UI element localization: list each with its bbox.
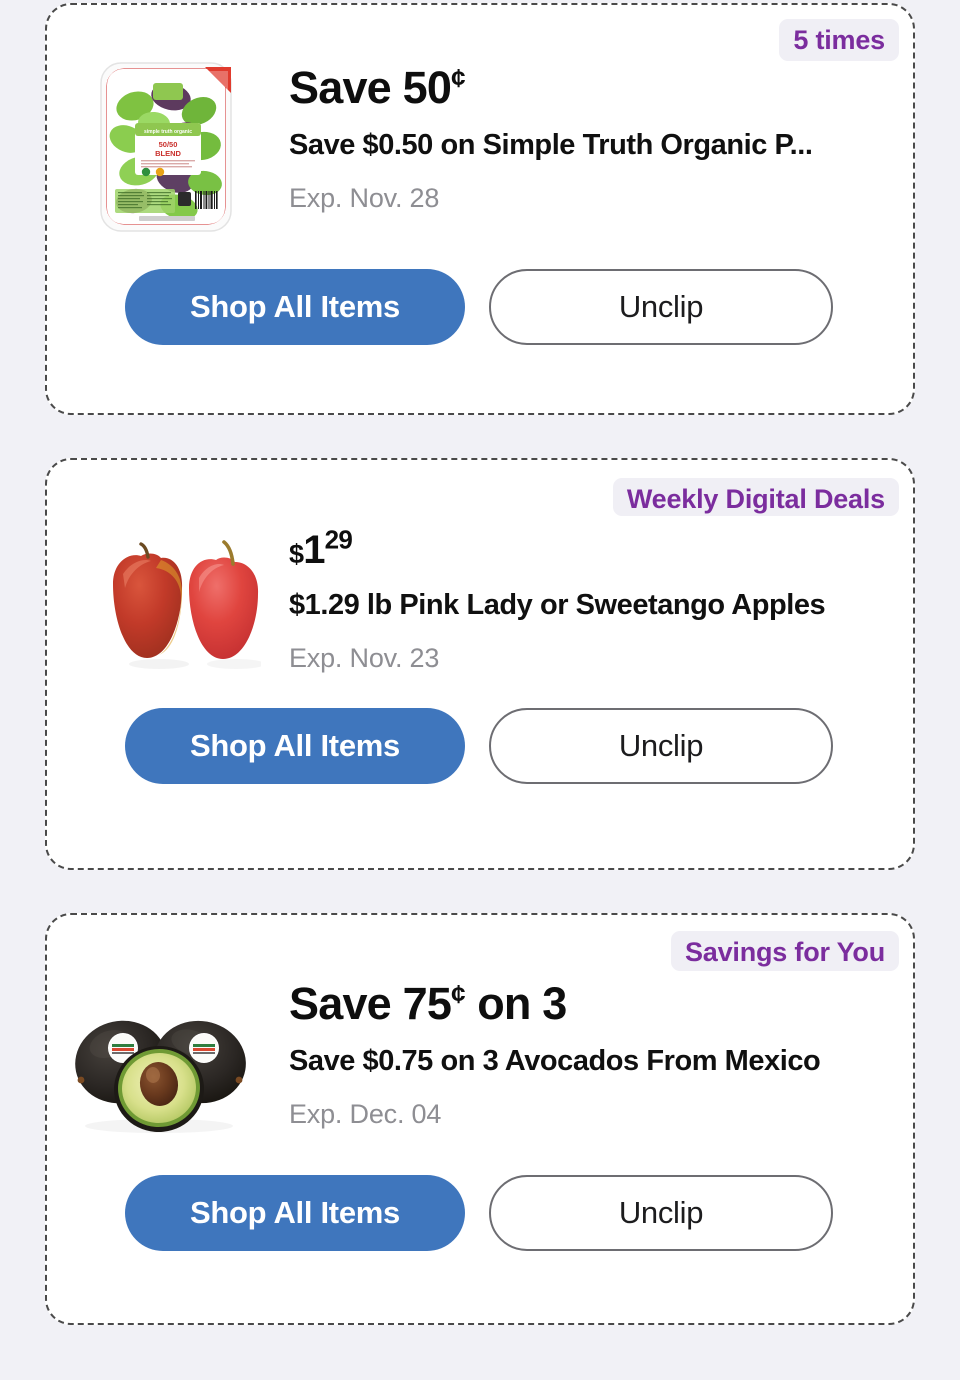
coupon-expiry: Exp. Nov. 23 [289,643,440,674]
headline-prefix: Save 75 [289,978,452,1029]
badge-row: 5 times [47,5,913,61]
headline-suffix: on 3 [465,978,567,1029]
coupon-expiry: Exp. Dec. 04 [289,1099,442,1130]
product-image-avocados [59,971,259,1151]
shop-all-items-button[interactable]: Shop All Items [125,708,465,784]
svg-text:simple truth organic: simple truth organic [144,129,192,135]
coupon-headline: Save 50¢ [289,62,893,113]
coupon-headline: Save 75¢ on 3 [289,978,893,1029]
coupon-description: Save $0.50 on Simple Truth Organic P... [289,128,813,161]
coupon-info: Save 75¢ on 3 Save $0.75 on 3 Avocados F… [259,971,893,1130]
coupon-info: Save 50¢ Save $0.50 on Simple Truth Orga… [279,61,893,214]
coupon-badge: 5 times [779,19,899,61]
badge-row: Weekly Digital Deals [47,460,913,516]
coupon-card[interactable]: Savings for You Save 75¢ on 3 Save $0.75… [45,913,915,1325]
product-image-two-apples [61,516,261,686]
coupon-body: simple truth organic 50/50 BLEND Save 50… [47,61,913,241]
product-image-salad-greens-package: simple truth organic 50/50 BLEND [79,61,279,241]
coupon-body: Save 75¢ on 3 Save $0.75 on 3 Avocados F… [47,971,913,1151]
coupon-body: $129 $1.29 lb Pink Lady or Sweetango App… [47,516,913,686]
shop-all-items-button[interactable]: Shop All Items [125,269,465,345]
coupon-card[interactable]: 5 times simple truth organic 50/50 BLEND… [45,3,915,415]
coupon-actions: Shop All Items Unclip [47,1175,913,1251]
cents-symbol: ¢ [451,63,466,93]
coupon-list: 5 times simple truth organic 50/50 BLEND… [0,0,960,1380]
headline-prefix: Save 50 [289,62,452,113]
coupon-info: $129 $1.29 lb Pink Lady or Sweetango App… [261,516,893,674]
coupon-badge: Savings for You [670,931,899,971]
coupon-badge: Weekly Digital Deals [612,478,899,516]
coupon-price: $129 [289,527,893,572]
price-fraction: 29 [324,524,353,555]
unclip-button[interactable]: Unclip [489,708,833,784]
svg-text:BLEND: BLEND [155,149,181,158]
unclip-button[interactable]: Unclip [489,1175,833,1251]
svg-text:50/50: 50/50 [159,140,178,149]
price-dollar-symbol: $ [289,539,304,569]
shop-all-items-button[interactable]: Shop All Items [125,1175,465,1251]
price-whole: 1 [303,528,325,572]
cents-symbol: ¢ [451,979,466,1009]
coupon-card[interactable]: Weekly Digital Deals $129 $1.29 lb Pink … [45,458,915,870]
coupon-description: $1.29 lb Pink Lady or Sweetango Apples [289,588,826,621]
coupon-description: Save $0.75 on 3 Avocados From Mexico [289,1044,821,1077]
unclip-button[interactable]: Unclip [489,269,833,345]
coupon-expiry: Exp. Nov. 28 [289,183,440,214]
coupon-actions: Shop All Items Unclip [47,269,913,345]
coupon-actions: Shop All Items Unclip [47,708,913,784]
badge-row: Savings for You [47,915,913,971]
